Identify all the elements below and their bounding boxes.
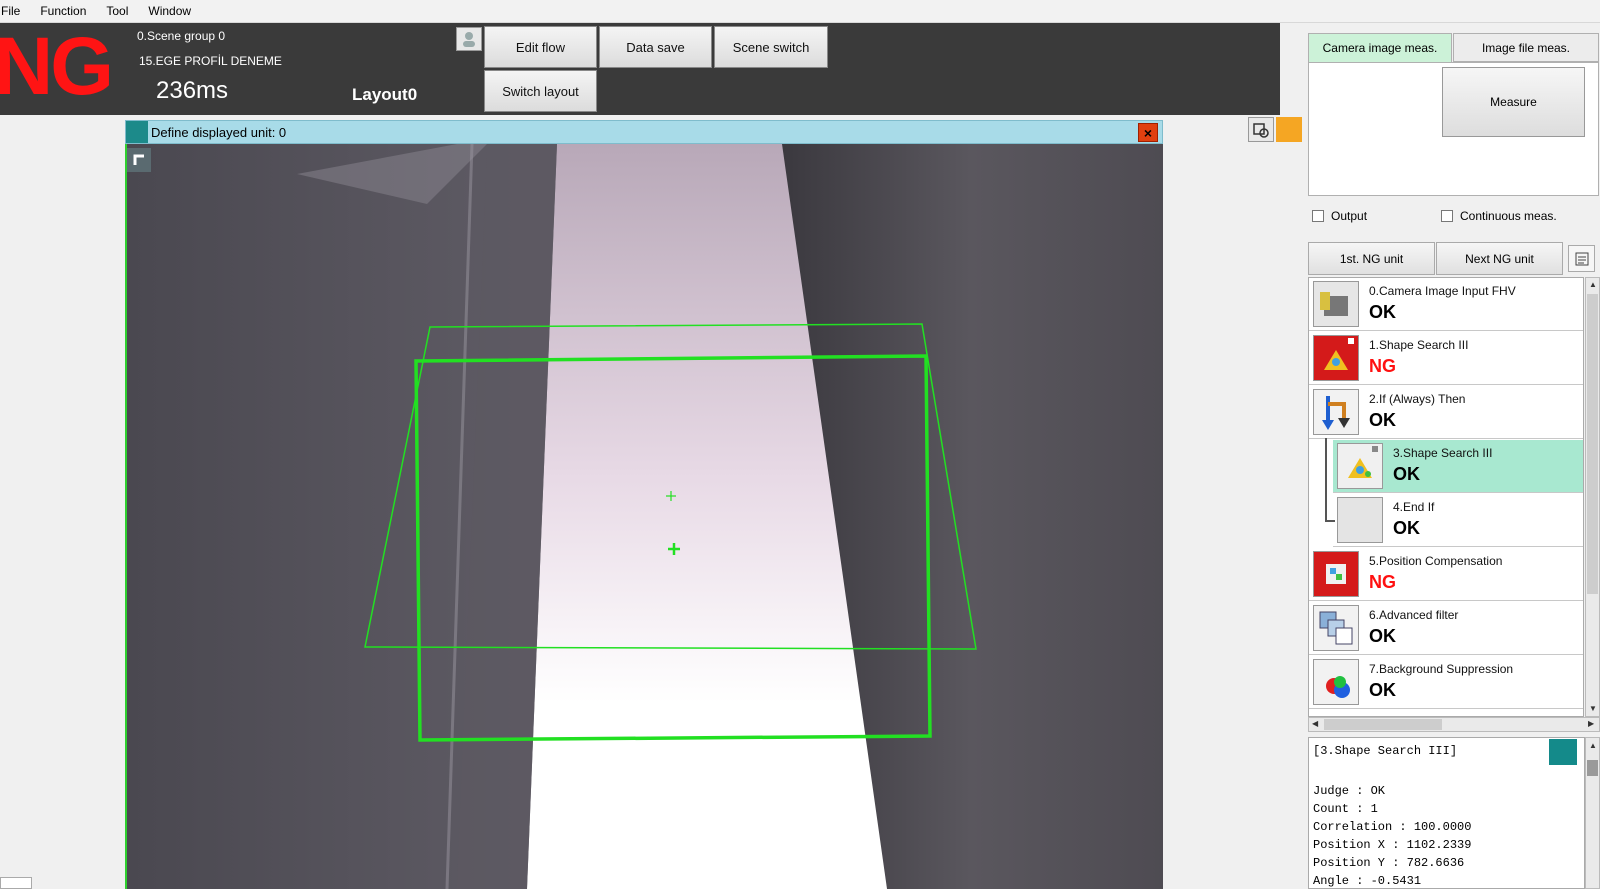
flow-item-label: 7.Background Suppression [1369,662,1514,676]
right-panel: Camera image meas. Image file meas. Meas… [1308,30,1600,889]
camera-image[interactable] [125,144,1163,889]
user-icon[interactable] [456,27,482,51]
flow-item-status: OK [1369,302,1396,322]
detail-marker[interactable] [1549,739,1577,765]
menu-bar: File Function Tool Window [0,0,1600,23]
close-icon[interactable]: × [1138,123,1158,142]
continuous-checkbox-box[interactable] [1441,210,1453,222]
menu-window[interactable]: Window [148,4,191,18]
detail-result-box: [3.Shape Search III] Judge : OK Count : … [1308,737,1585,889]
flow-item-label: 4.End If [1393,500,1435,514]
position-compensation-icon [1313,551,1359,597]
measure-area: Measure [1308,62,1599,196]
flow-list-hscrollbar[interactable]: ◀ ▶ [1308,717,1600,732]
flow-item-1[interactable]: 1.Shape Search III NG [1309,332,1583,385]
processing-time: 236ms [156,77,229,104]
flow-item-label: 3.Shape Search III [1393,446,1493,460]
overall-judge: NG [0,21,114,112]
detail-angle: Angle : -0.5431 [1313,874,1422,888]
scroll-up-icon[interactable]: ▲ [1589,280,1597,289]
tab-camera-image-meas[interactable]: Camera image meas. [1308,33,1452,62]
scroll-down-icon[interactable]: ▼ [1589,704,1597,713]
detail-count: Count : 1 [1313,802,1378,816]
flow-item-status: OK [1393,464,1420,484]
switch-layout-button[interactable]: Switch layout [484,70,597,112]
scene-group-label: 0.Scene group 0 [137,29,226,43]
output-checkbox[interactable]: Output [1312,209,1367,223]
continuous-checkbox-label: Continuous meas. [1460,209,1557,223]
clipboard-icon[interactable] [1568,245,1595,272]
edit-flow-button[interactable]: Edit flow [484,26,597,68]
output-checkbox-box[interactable] [1312,210,1324,222]
shape-search-icon [1313,335,1359,381]
detail-correlation: Correlation : 100.0000 [1313,820,1472,834]
image-window-titlebar: Define displayed unit: 0 × [125,120,1163,144]
flow-item-5[interactable]: 5.Position Compensation NG [1309,548,1583,601]
continuous-meas-checkbox[interactable]: Continuous meas. [1441,209,1557,223]
if-branch-icon [1313,389,1359,435]
left-panel-stub [0,877,32,889]
shape-search-icon [1337,443,1383,489]
scroll-right-icon[interactable]: ▶ [1588,719,1594,728]
menu-tool[interactable]: Tool [106,4,128,18]
hscroll-thumb[interactable] [1324,719,1442,730]
flow-item-label: 2.If (Always) Then [1369,392,1466,406]
detail-scrollbar[interactable]: ▲ [1585,737,1600,889]
detail-title: [3.Shape Search III] [1313,744,1458,758]
highlight-tool[interactable] [1276,117,1302,142]
titlebar-marker [126,121,148,143]
image-window: Define displayed unit: 0 × [125,120,1163,889]
detail-scroll-thumb[interactable] [1587,760,1598,776]
flow-item-status: OK [1369,410,1396,430]
flow-item-3[interactable]: 3.Shape Search III OK [1333,440,1583,493]
flow-item-4[interactable]: 4.End If OK [1333,494,1583,547]
image-window-title: Define displayed unit: 0 [151,125,287,140]
detail-position-x: Position X : 1102.2339 [1313,838,1472,852]
layout-name: Layout0 [352,85,418,104]
menu-file[interactable]: File [1,4,20,18]
data-save-button[interactable]: Data save [599,26,712,68]
detail-scroll-up-icon[interactable]: ▲ [1589,741,1597,750]
flow-item-7[interactable]: 7.Background Suppression OK [1309,656,1583,709]
measure-button[interactable]: Measure [1442,67,1585,137]
flow-item-status: NG [1369,572,1396,592]
header-bar: NG 0.Scene group 0 15.EGE PROFİL DENEME … [0,23,1280,115]
menu-function[interactable]: Function [40,4,86,18]
flow-list: 0.Camera Image Input FHV OK 1.Shape Sear… [1308,277,1584,717]
detail-position-y: Position Y : 782.6636 [1313,856,1465,870]
next-ng-unit-button[interactable]: Next NG unit [1436,242,1563,275]
tree-connector-end [1325,520,1335,522]
image-tool-icon[interactable] [1248,117,1274,142]
flow-item-label: 0.Camera Image Input FHV [1369,284,1516,298]
scroll-thumb[interactable] [1587,294,1598,594]
tree-connector [1325,438,1327,522]
first-ng-unit-button[interactable]: 1st. NG unit [1308,242,1435,275]
flow-item-status: NG [1369,356,1396,376]
scroll-left-icon[interactable]: ◀ [1312,719,1318,728]
scene-switch-button[interactable]: Scene switch [714,26,828,68]
output-checkbox-label: Output [1331,209,1368,223]
flow-item-status: OK [1369,626,1396,646]
tab-image-file-meas[interactable]: Image file meas. [1453,33,1599,62]
flow-item-label: 6.Advanced filter [1369,608,1459,622]
flow-item-status: OK [1393,518,1420,538]
end-if-icon [1337,497,1383,543]
camera-input-icon [1313,281,1359,327]
advanced-filter-icon [1313,605,1359,651]
flow-item-label: 1.Shape Search III [1369,338,1469,352]
detail-judge: Judge : OK [1313,784,1386,798]
flow-item-status: OK [1369,680,1396,700]
flow-item-2[interactable]: 2.If (Always) Then OK [1309,386,1583,439]
background-suppression-icon [1313,659,1359,705]
scene-name-label: 15.EGE PROFİL DENEME [139,54,282,68]
corner-select-icon[interactable] [127,148,151,172]
flow-item-0[interactable]: 0.Camera Image Input FHV OK [1309,278,1583,331]
flow-item-label: 5.Position Compensation [1369,554,1503,568]
flow-list-scrollbar[interactable]: ▲ ▼ [1585,277,1600,717]
flow-item-6[interactable]: 6.Advanced filter OK [1309,602,1583,655]
